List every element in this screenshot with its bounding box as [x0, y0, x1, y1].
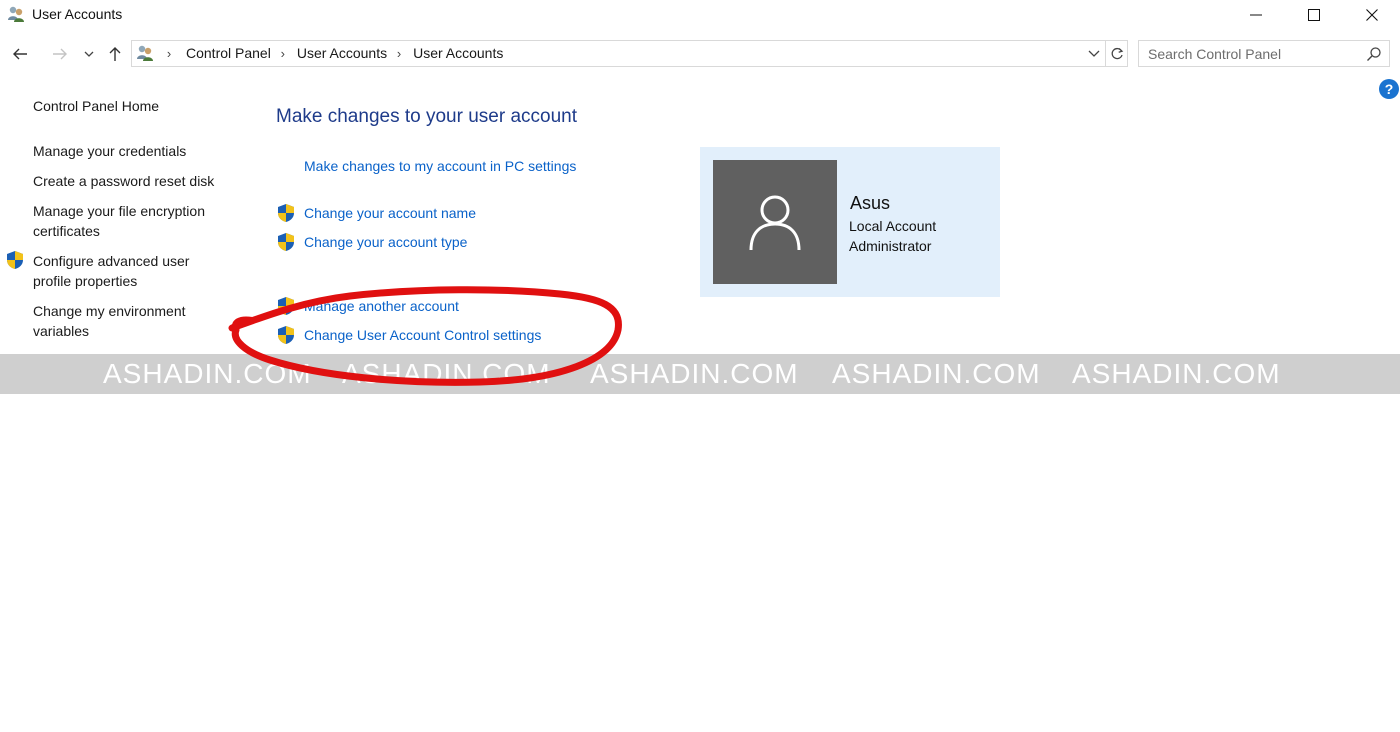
breadcrumb-control-panel[interactable]: Control Panel	[186, 45, 271, 61]
address-dropdown-button[interactable]	[1087, 46, 1101, 60]
arrow-up-icon	[109, 47, 121, 61]
change-account-type-link[interactable]: Change your account type	[304, 234, 467, 250]
close-button[interactable]	[1343, 0, 1400, 30]
uac-shield-icon	[277, 296, 295, 316]
watermark-text: ASHADIN.COM	[103, 358, 312, 389]
chevron-right-icon[interactable]: ›	[274, 46, 292, 61]
refresh-button[interactable]	[1106, 40, 1128, 67]
navigation-bar: › Control Panel › User Accounts › User A…	[0, 38, 1400, 70]
address-bar[interactable]: › Control Panel › User Accounts › User A…	[131, 40, 1106, 67]
user-silhouette-icon	[749, 195, 801, 251]
environment-variables-link[interactable]: Change my environment variables	[33, 301, 233, 341]
password-reset-disk-link[interactable]: Create a password reset disk	[33, 171, 214, 191]
breadcrumb-user-accounts-current[interactable]: User Accounts	[413, 45, 503, 61]
minimize-button[interactable]	[1227, 0, 1285, 30]
title-bar: User Accounts	[0, 0, 1400, 30]
user-accounts-icon	[136, 44, 154, 62]
account-name: Asus	[850, 193, 891, 213]
uac-settings-link[interactable]: Change User Account Control settings	[304, 327, 541, 343]
refresh-icon	[1111, 47, 1123, 59]
watermark-text: ASHADIN.COM	[832, 358, 1041, 389]
file-encryption-line-1: Manage your file encryption	[33, 203, 205, 219]
uac-shield-icon	[277, 325, 295, 345]
uac-shield-icon	[277, 232, 295, 252]
user-accounts-icon	[7, 5, 25, 23]
recent-locations-button[interactable]	[80, 42, 98, 66]
manage-another-account-link[interactable]: Manage another account	[304, 298, 459, 314]
search-input[interactable]	[1139, 41, 1359, 66]
change-account-name-link[interactable]: Change your account name	[304, 205, 476, 221]
chevron-right-icon[interactable]: ›	[390, 46, 408, 61]
environment-variables-line-1: Change my environment	[33, 303, 186, 319]
uac-shield-icon	[6, 250, 24, 270]
chevron-down-icon	[1088, 50, 1100, 57]
account-tile: Asus Local Account Administrator	[700, 147, 1000, 297]
watermark-text: ASHADIN.COM	[1072, 358, 1281, 389]
maximize-button[interactable]	[1285, 0, 1343, 30]
avatar	[713, 160, 837, 284]
uac-shield-icon	[277, 203, 295, 223]
chevron-right-icon[interactable]: ›	[160, 46, 178, 61]
manage-credentials-link[interactable]: Manage your credentials	[33, 141, 186, 161]
environment-variables-line-2: variables	[33, 323, 90, 339]
watermark-text: ASHADIN.COM	[590, 358, 799, 389]
account-role: Administrator	[849, 238, 932, 254]
advanced-profile-line-1: Configure advanced user	[33, 253, 190, 269]
arrow-left-icon	[13, 48, 27, 60]
search-icon[interactable]	[1366, 46, 1382, 62]
help-label: ?	[1384, 81, 1394, 97]
search-box[interactable]	[1138, 40, 1390, 67]
back-button[interactable]	[8, 42, 32, 66]
breadcrumb-user-accounts[interactable]: User Accounts	[297, 45, 387, 61]
watermark-band: ASHADIN.COM ASHADIN.COM ASHADIN.COM ASHA…	[0, 354, 1400, 394]
help-button[interactable]: ?	[1379, 79, 1399, 99]
advanced-profile-line-2: profile properties	[33, 273, 138, 289]
up-button[interactable]	[103, 42, 127, 66]
forward-button[interactable]	[48, 42, 72, 66]
breadcrumb: › Control Panel › User Accounts › User A…	[160, 45, 504, 61]
watermark-text: ASHADIN.COM	[342, 358, 551, 389]
window-title: User Accounts	[32, 6, 123, 22]
page-title: Make changes to your user account	[276, 106, 578, 127]
account-type: Local Account	[849, 218, 937, 234]
file-encryption-link[interactable]: Manage your file encryption certificates	[33, 201, 233, 241]
file-encryption-line-2: certificates	[33, 223, 100, 239]
control-panel-home-link[interactable]: Control Panel Home	[33, 96, 159, 116]
arrow-right-icon	[53, 48, 67, 60]
pc-settings-link[interactable]: Make changes to my account in PC setting…	[304, 158, 576, 174]
advanced-profile-properties-link[interactable]: Configure advanced user profile properti…	[33, 251, 233, 291]
chevron-down-icon	[84, 51, 94, 57]
